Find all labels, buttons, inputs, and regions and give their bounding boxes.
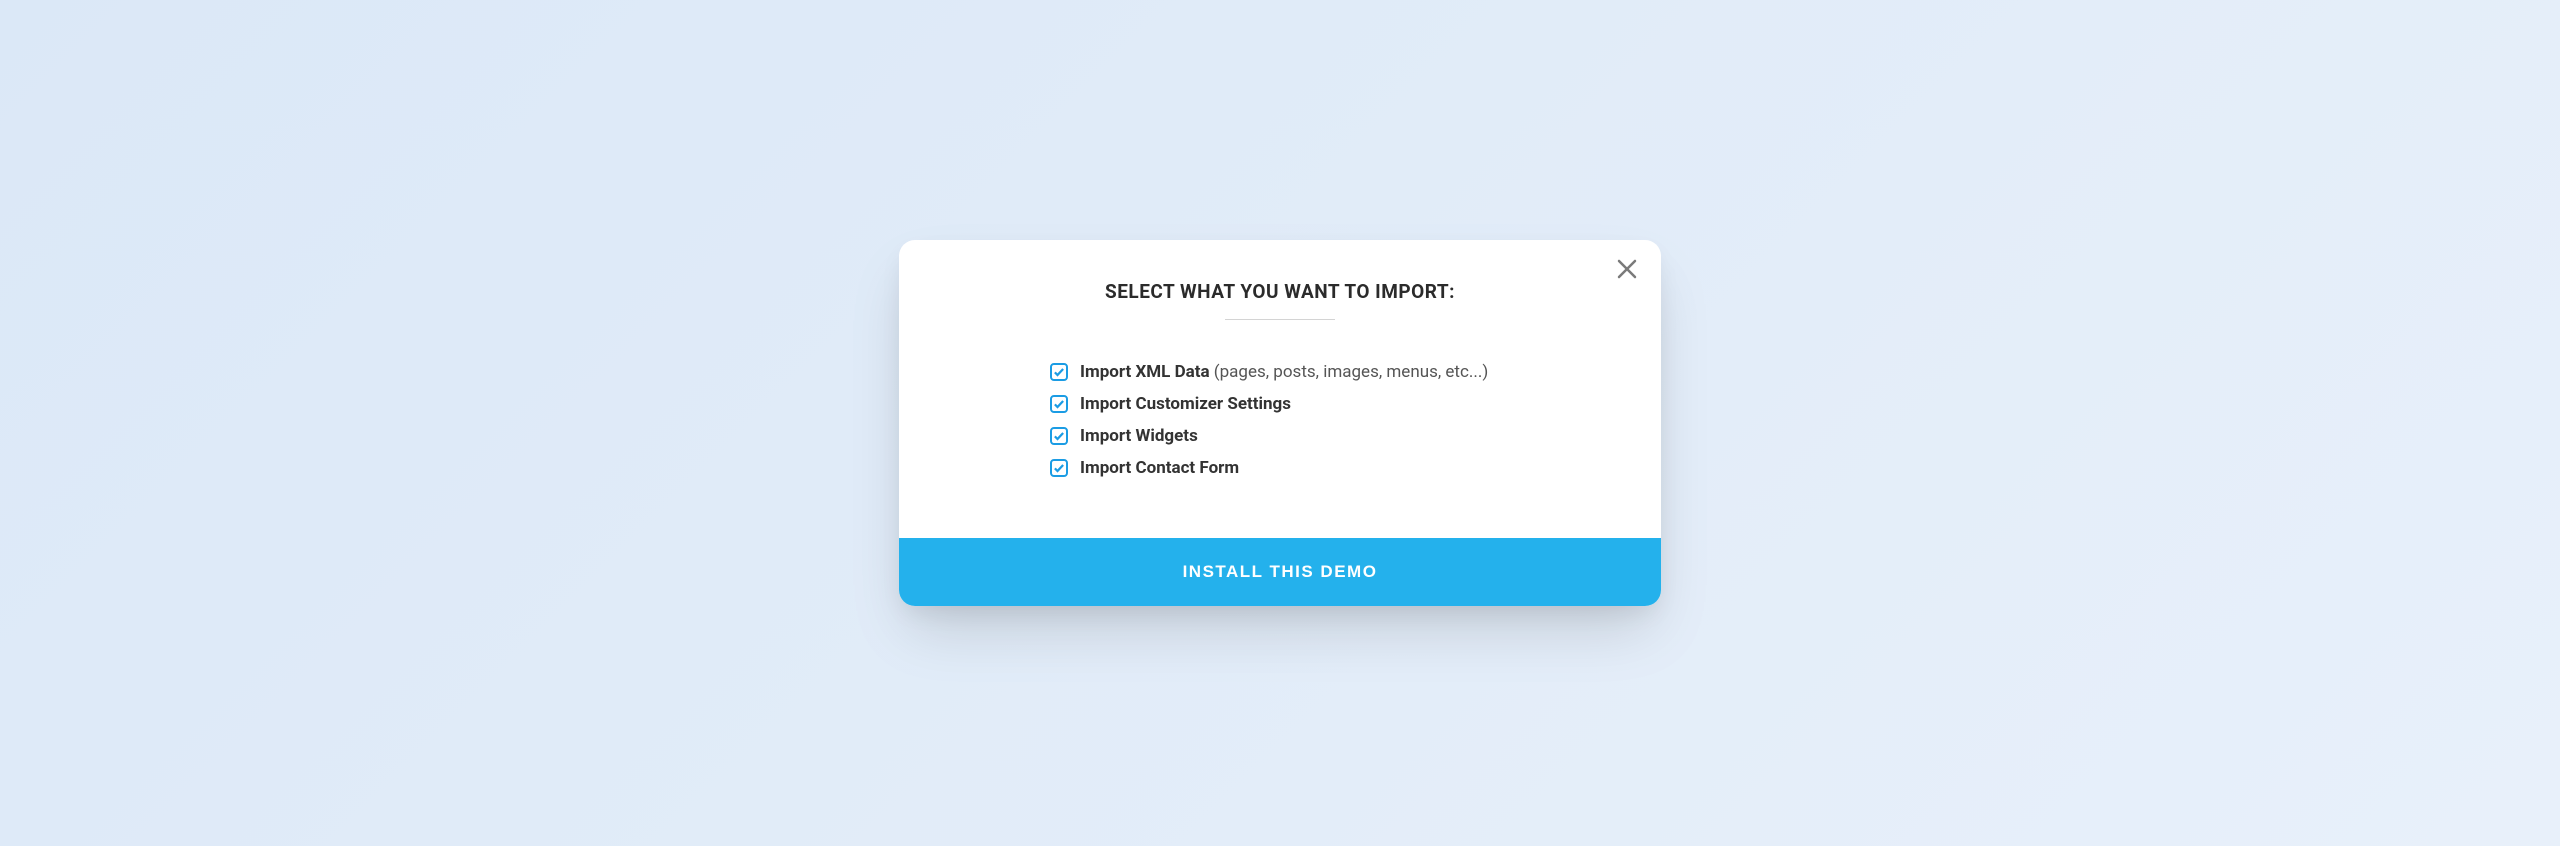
option-label-text: Import Customizer Settings <box>1080 394 1291 414</box>
option-import-xml[interactable]: Import XML Data (pages, posts, images, m… <box>1050 362 1510 382</box>
checkbox-import-widgets[interactable] <box>1050 427 1068 445</box>
option-import-contact-form[interactable]: Import Contact Form <box>1050 458 1510 478</box>
option-import-widgets[interactable]: Import Widgets <box>1050 426 1510 446</box>
option-label: Import Widgets <box>1080 426 1198 446</box>
option-label-text: Import XML Data <box>1080 362 1210 382</box>
modal-body: SELECT WHAT YOU WANT TO IMPORT: Import X… <box>899 240 1661 538</box>
option-label: Import Contact Form <box>1080 458 1239 478</box>
option-label-hint: (pages, posts, images, menus, etc...) <box>1210 362 1489 382</box>
close-icon <box>1615 257 1639 284</box>
import-modal: SELECT WHAT YOU WANT TO IMPORT: Import X… <box>899 240 1661 606</box>
option-label-text: Import Widgets <box>1080 426 1198 446</box>
close-button[interactable] <box>1611 254 1643 286</box>
checkbox-import-xml[interactable] <box>1050 363 1068 381</box>
modal-title: SELECT WHAT YOU WANT TO IMPORT: <box>939 280 1621 303</box>
install-button[interactable]: INSTALL THIS DEMO <box>899 538 1661 606</box>
option-label-text: Import Contact Form <box>1080 458 1239 478</box>
option-label: Import Customizer Settings <box>1080 394 1291 414</box>
option-label: Import XML Data (pages, posts, images, m… <box>1080 362 1488 382</box>
checkbox-import-customizer[interactable] <box>1050 395 1068 413</box>
import-options: Import XML Data (pages, posts, images, m… <box>1050 362 1510 478</box>
checkbox-import-contact-form[interactable] <box>1050 459 1068 477</box>
check-icon <box>1053 459 1065 478</box>
check-icon <box>1053 395 1065 414</box>
option-import-customizer[interactable]: Import Customizer Settings <box>1050 394 1510 414</box>
title-divider <box>1225 319 1335 320</box>
check-icon <box>1053 363 1065 382</box>
check-icon <box>1053 427 1065 446</box>
